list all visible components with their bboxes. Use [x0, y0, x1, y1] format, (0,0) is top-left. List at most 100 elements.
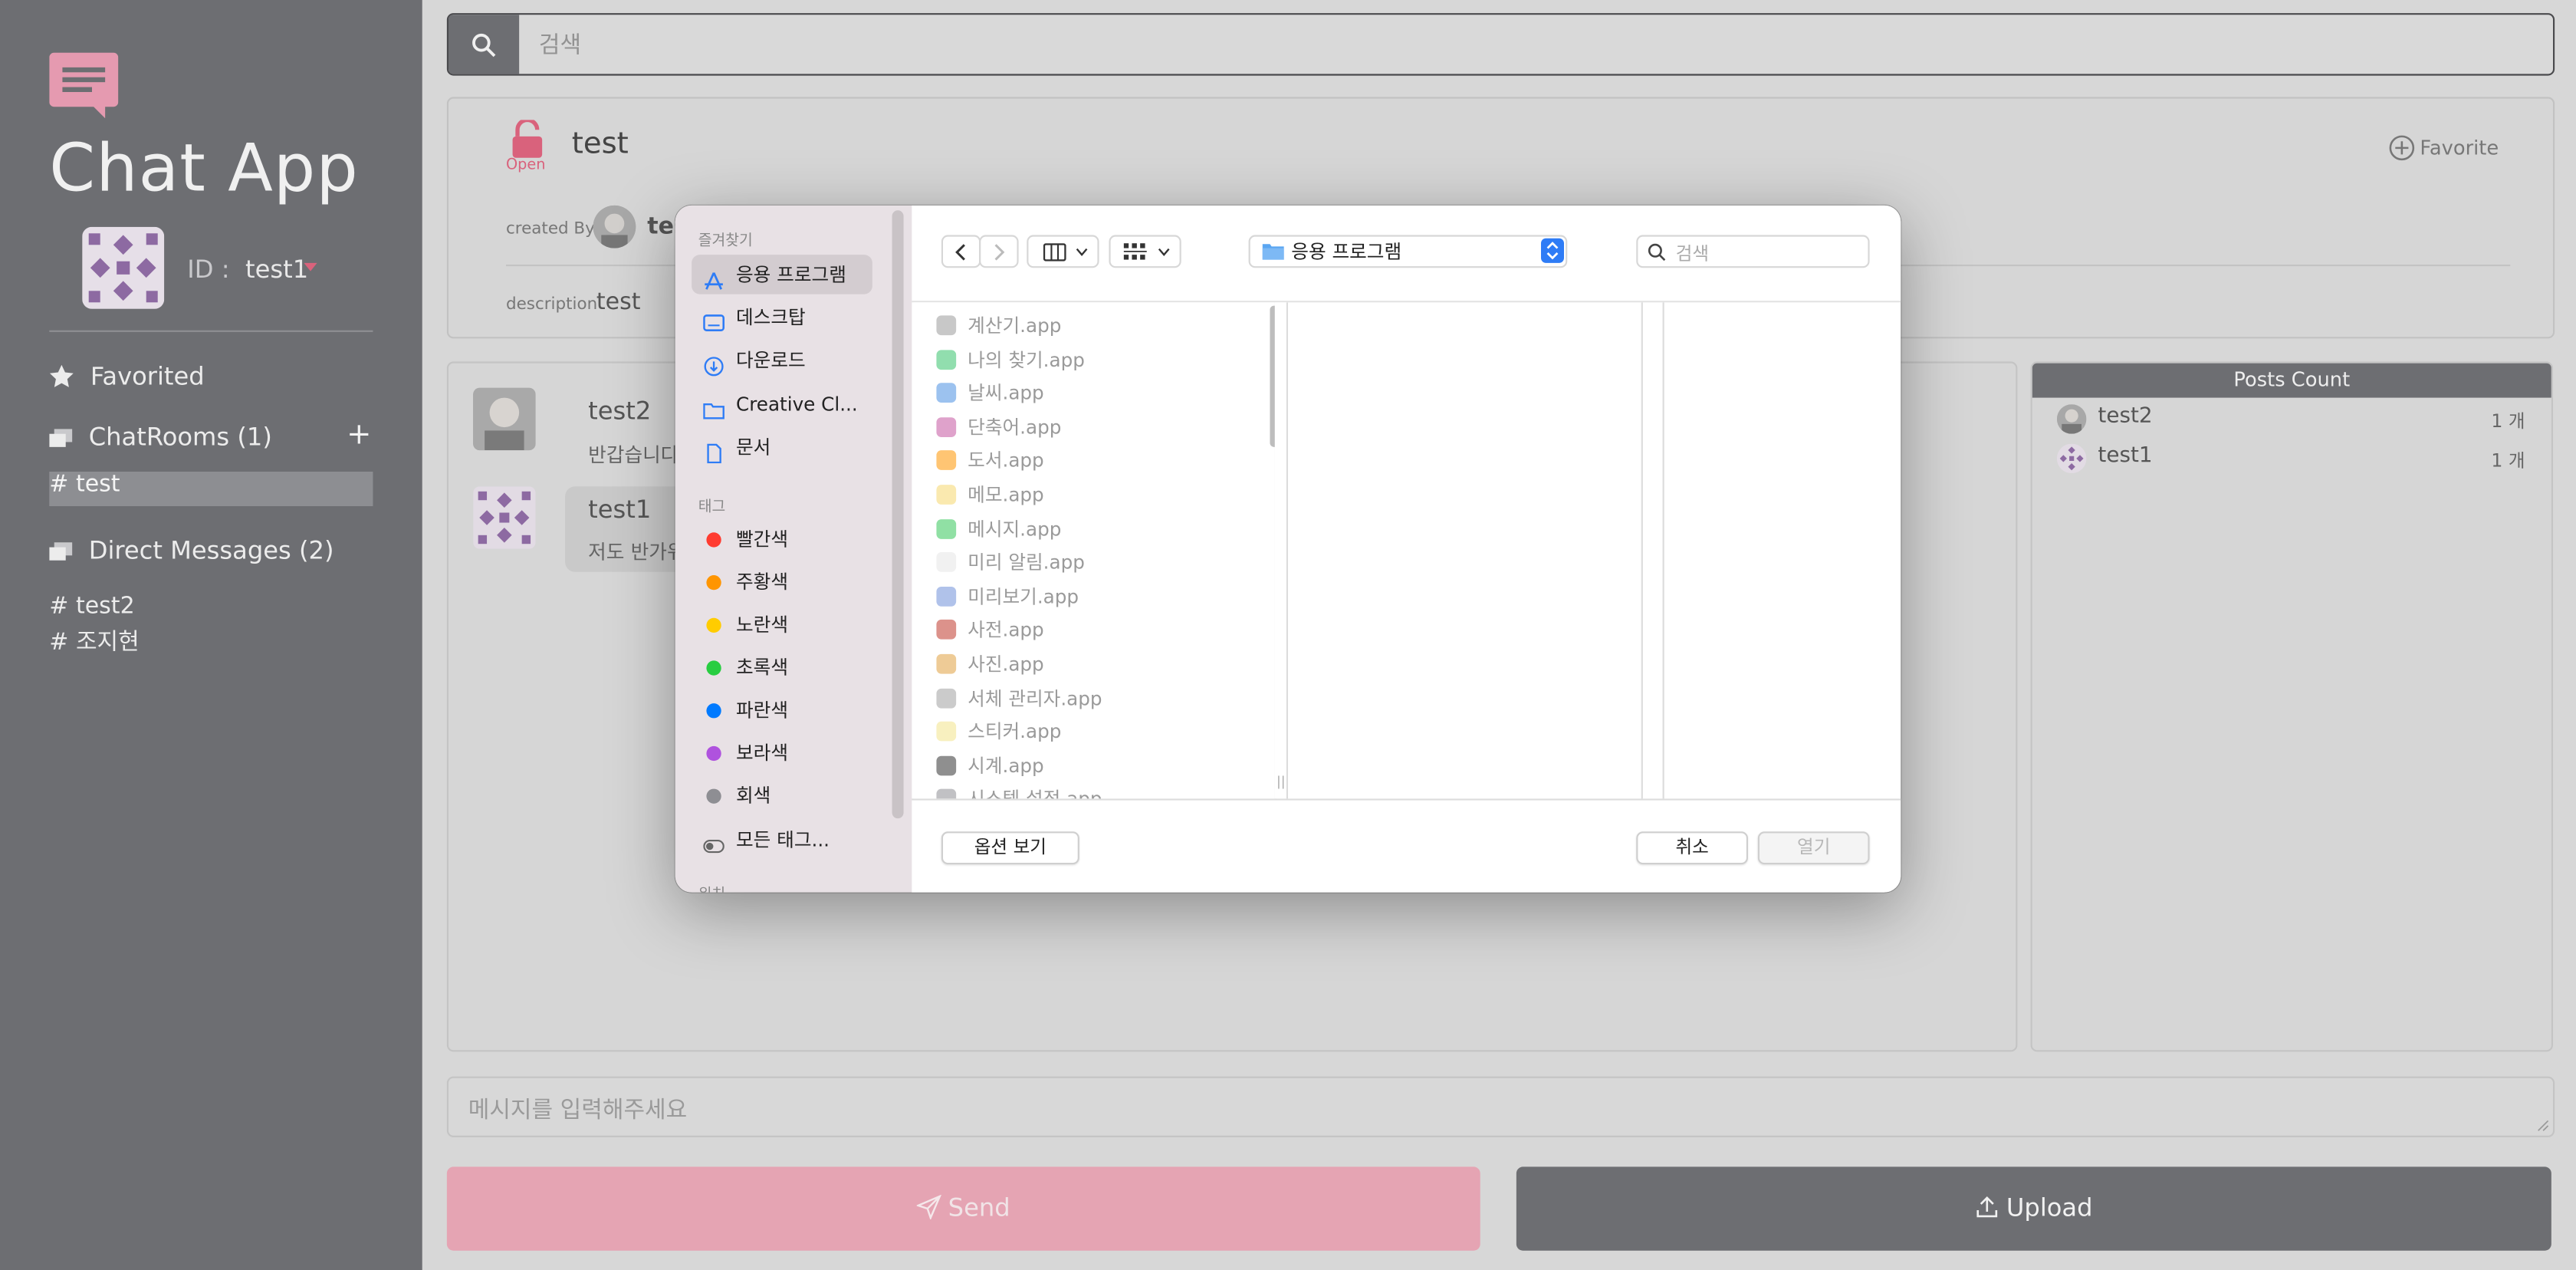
favorites-section-title: 즐겨찾기 [698, 233, 753, 250]
dialog-sidebar-tag[interactable]: 노란색 [692, 605, 872, 644]
creator-avatar [593, 205, 636, 248]
chat-bubbles-icon [49, 539, 73, 569]
star-icon [49, 364, 74, 395]
search-button[interactable] [449, 15, 520, 74]
file-name: 시스템 설정.app [968, 786, 1102, 798]
description-label: description [506, 295, 598, 314]
app-icon [936, 349, 957, 370]
sidebar-item-chatrooms[interactable]: ChatRooms (1) [49, 423, 272, 456]
dialog-sidebar-label: 문서 [736, 435, 771, 459]
chevron-down-icon [1076, 248, 1088, 256]
tag-color-dot-icon [706, 575, 721, 591]
dialog-sidebar-desktop[interactable]: 데스크탑 [692, 298, 872, 337]
add-chatroom-button[interactable]: + [347, 419, 371, 449]
user-id-value: test1 [245, 255, 309, 285]
dialog-sidebar-tag[interactable]: 주황색 [692, 562, 872, 601]
dialog-toolbar: 응용 프로그램 검색 [912, 205, 1901, 303]
folder-icon [703, 394, 724, 419]
send-label: Send [948, 1193, 1010, 1223]
dialog-sidebar-tag[interactable]: 초록색 [692, 647, 872, 686]
forward-button[interactable] [979, 235, 1019, 268]
sidebar-item-direct-messages[interactable]: Direct Messages (2) [49, 536, 334, 569]
send-button[interactable]: Send [446, 1166, 1480, 1251]
created-by-label: created By [506, 220, 595, 239]
dialog-sidebar-tag[interactable]: 빨간색 [692, 519, 872, 558]
file-name: 미리보기.app [968, 584, 1079, 608]
message-text: 반갑습니다 [588, 443, 679, 467]
file-open-dialog: 즐겨찾기 응용 프로그램 데스크탑 다운로드 Creative Cl... 문서 [675, 205, 1901, 893]
dialog-sidebar: 즐겨찾기 응용 프로그램 데스크탑 다운로드 Creative Cl... 문서 [675, 205, 914, 893]
dialog-sidebar-applications[interactable]: 응용 프로그램 [692, 255, 872, 294]
posts-count-panel: Posts Count test2 1 개 test1 1 개 [2030, 361, 2553, 1052]
tags-section-title: 태그 [698, 499, 726, 516]
app-icon [936, 485, 957, 505]
cancel-button[interactable]: 취소 [1636, 831, 1748, 865]
file-name: 날씨.app [968, 381, 1044, 405]
user-menu-caret-icon[interactable] [304, 262, 317, 271]
message-input[interactable]: 메시지를 입력해주세요 [446, 1076, 2555, 1137]
dialog-sidebar-label: 주황색 [736, 570, 789, 594]
column-divider [1662, 302, 1664, 799]
chevron-down-icon [1158, 248, 1170, 256]
dialog-sidebar-tag[interactable]: 보라색 [692, 733, 872, 772]
dialog-sidebar-label: 모든 태그... [736, 828, 830, 851]
file-name: 메모.app [968, 483, 1044, 506]
location-section-title: 위치 [698, 883, 725, 892]
dialog-sidebar-label: 노란색 [736, 613, 789, 637]
posts-count-value: 1 개 [2491, 410, 2525, 433]
group-by-button[interactable] [1109, 235, 1181, 268]
location-select[interactable]: 응용 프로그램 [1248, 235, 1568, 268]
view-mode-button[interactable] [1027, 235, 1099, 268]
dialog-sidebar-tag[interactable]: 파란색 [692, 690, 872, 729]
sidebar-item-favorited[interactable]: Favorited [49, 361, 205, 395]
posts-count-row: test1 1 개 [2056, 442, 2525, 475]
tag-toggle-icon [703, 830, 724, 854]
dm-item-jojihyun[interactable]: # 조지현 [49, 624, 139, 660]
chevron-left-icon [955, 244, 965, 261]
file-name: 계산기.app [968, 314, 1062, 337]
file-name: 미리 알림.app [968, 551, 1085, 574]
dialog-sidebar-documents[interactable]: 문서 [692, 427, 872, 466]
chat-app-logo-icon [49, 52, 119, 119]
search-input[interactable]: 검색 [539, 28, 581, 61]
message-author: test1 [588, 495, 652, 525]
room-visibility-label: Open [506, 157, 546, 175]
dialog-sidebar-scrollbar[interactable] [892, 210, 904, 819]
select-stepper-icon [1540, 238, 1564, 263]
dialog-sidebar-creative-cloud[interactable]: Creative Cl... [692, 384, 872, 423]
tag-color-dot-icon [706, 660, 721, 676]
sidebar-room-test[interactable]: # test [49, 472, 373, 506]
dialog-search-field[interactable]: 검색 [1636, 235, 1870, 268]
dialog-sidebar-downloads[interactable]: 다운로드 [692, 341, 872, 380]
file-name: 단축어.app [968, 415, 1062, 439]
upload-button[interactable]: Upload [1516, 1166, 2551, 1251]
folder-icon [1262, 244, 1284, 260]
upload-label: Upload [2006, 1193, 2093, 1223]
chat-bubbles-icon [49, 426, 73, 456]
dialog-sidebar-label: 다운로드 [736, 348, 806, 372]
sidebar-item-label: Direct Messages (2) [88, 535, 334, 566]
user-avatar[interactable] [82, 226, 165, 309]
app-icon [936, 518, 957, 538]
posts-count-row: test2 1 개 [2056, 403, 2525, 436]
back-button[interactable] [941, 235, 981, 268]
description-value: test [596, 289, 641, 316]
resize-handle-icon[interactable] [2537, 1119, 2550, 1132]
open-button[interactable]: 열기 [1757, 831, 1870, 865]
favorite-button[interactable]: Favorite [2389, 135, 2499, 161]
download-icon [703, 350, 724, 377]
message-input-placeholder: 메시지를 입력해주세요 [468, 1097, 688, 1124]
dialog-sidebar-tag[interactable]: 회색 [692, 775, 872, 814]
dm-item-test2[interactable]: # test2 [49, 588, 139, 624]
dialog-sidebar-label: Creative Cl... [736, 393, 858, 416]
show-options-button[interactable]: 옵션 보기 [941, 831, 1079, 865]
app-icon [936, 722, 957, 742]
message-avatar [473, 486, 536, 549]
dialog-sidebar-label: 빨간색 [736, 527, 789, 551]
file-name: 스티커.app [968, 719, 1062, 743]
column-resize-grip-icon[interactable]: || [1276, 774, 1286, 788]
dialog-sidebar-label: 파란색 [736, 698, 789, 722]
user-id-label: ID : [187, 255, 230, 285]
dialog-sidebar-all-tags[interactable]: 모든 태그... [692, 820, 872, 859]
avatar [2056, 404, 2087, 434]
